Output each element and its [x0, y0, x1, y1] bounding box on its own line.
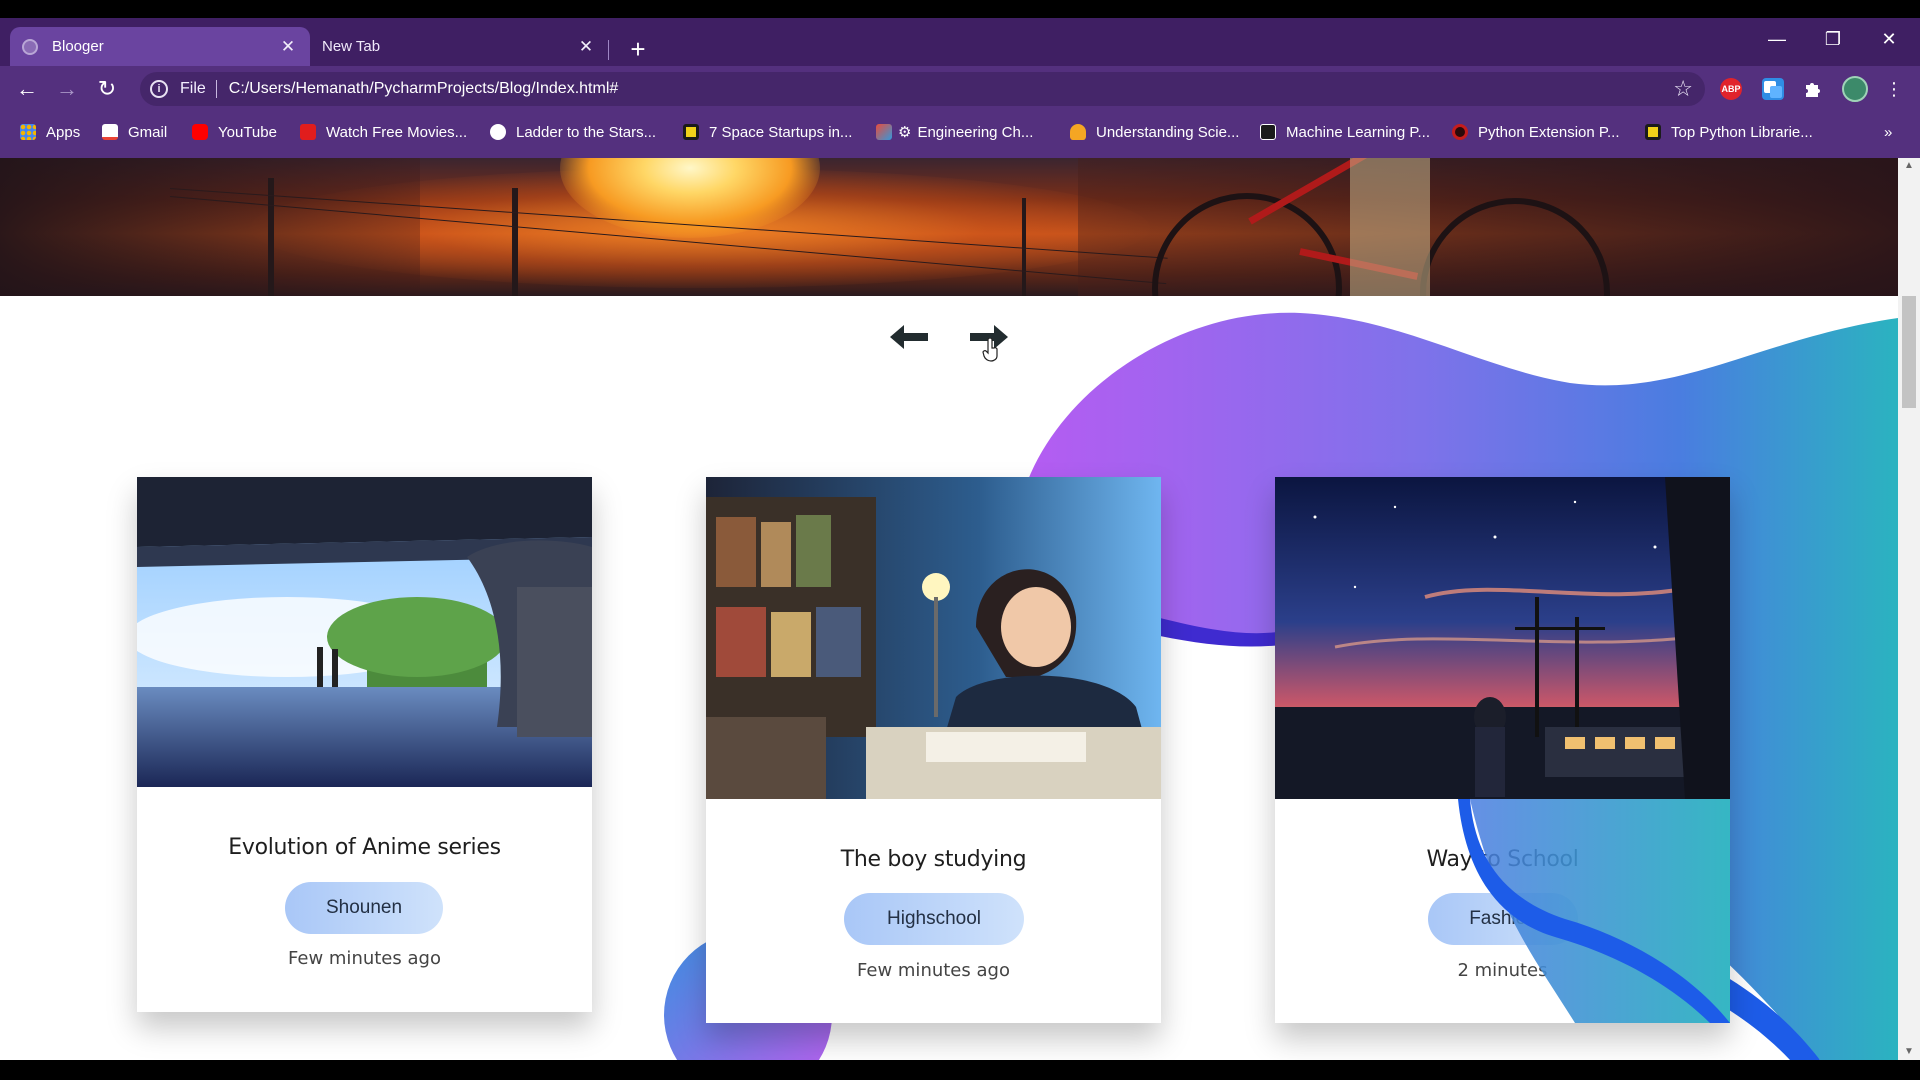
page-scrollbar[interactable]: ▲ ▼	[1898, 158, 1920, 1060]
bookmarks-bar: Apps Gmail YouTube Watch Free Movies... …	[0, 112, 1920, 152]
scrollbar-thumb[interactable]	[1902, 296, 1916, 408]
browser-chrome: Blooger ✕ New Tab ✕ + — ❐ ✕ ← → ↻ i File…	[0, 18, 1920, 158]
card-image-night-sky-station	[1275, 477, 1730, 799]
blog-card[interactable]: The boy studying Highschool Few minutes …	[706, 477, 1161, 1023]
bookmark-star-icon[interactable]: ☆	[1673, 76, 1693, 102]
tab-strip: Blooger ✕ New Tab ✕ + — ❐ ✕	[0, 18, 1920, 66]
close-window-icon[interactable]: ✕	[1866, 24, 1912, 54]
utility-pole	[512, 188, 518, 296]
bookmark-gmail[interactable]: Gmail	[102, 121, 167, 143]
card-title: The boy studying	[840, 847, 1027, 872]
back-arrow-icon[interactable]: ←	[13, 75, 41, 103]
tab-separator	[608, 40, 609, 60]
tab-blooger[interactable]: Blooger ✕	[10, 27, 310, 66]
browser-toolbar: ← → ↻ i File C:/Users/Hemanath/PycharmPr…	[0, 66, 1920, 112]
screen: Blooger ✕ New Tab ✕ + — ❐ ✕ ← → ↻ i File…	[0, 0, 1920, 1080]
bookmark-label: Python Extension P...	[1478, 123, 1620, 141]
minimize-icon[interactable]: —	[1754, 24, 1800, 54]
python-x-icon	[1452, 124, 1468, 140]
tab-title: New Tab	[322, 38, 381, 55]
profile-avatar-icon[interactable]	[1842, 76, 1868, 102]
bookmark-space-startups[interactable]: 7 Space Startups in...	[683, 121, 852, 143]
card-tag-button[interactable]: Highschool	[844, 893, 1024, 945]
address-url[interactable]: C:/Users/Hemanath/PycharmProjects/Blog/I…	[229, 80, 618, 98]
forward-arrow-icon[interactable]: →	[53, 75, 81, 103]
hero-banner-image	[0, 158, 1898, 296]
card-image-boy-studying	[706, 477, 1161, 799]
tab-title: Blooger	[52, 38, 104, 55]
new-tab-plus-icon[interactable]: +	[624, 36, 652, 64]
bookmark-label: Understanding Scie...	[1096, 123, 1240, 141]
youtube-icon	[192, 124, 208, 140]
card-title: Evolution of Anime series	[228, 835, 501, 860]
card-image-bridge-river	[137, 477, 592, 787]
bookmark-apps[interactable]: Apps	[20, 121, 80, 143]
scroll-up-arrow-icon[interactable]: ▲	[1904, 160, 1914, 171]
bookmark-machine-learning[interactable]: Machine Learning P...	[1260, 121, 1430, 143]
hero-shadow-left	[0, 158, 420, 296]
bookmark-label: Apps	[46, 123, 81, 141]
bookmark-top-python-libraries[interactable]: Top Python Librarie...	[1645, 121, 1813, 143]
bookmark-engineering[interactable]: ⚙ Engineering Ch...	[876, 121, 1033, 143]
bookmarks-overflow-chevron-icon[interactable]: »	[1884, 121, 1892, 143]
bookmark-label: Machine Learning P...	[1286, 123, 1430, 141]
gmail-icon	[102, 124, 118, 140]
bookmark-ladder-to-the-stars[interactable]: Ladder to the Stars...	[490, 121, 656, 143]
address-divider	[215, 80, 217, 98]
bookmark-label: Gmail	[128, 123, 168, 141]
bookmark-youtube[interactable]: YouTube	[192, 121, 277, 143]
blog-card[interactable]: Evolution of Anime series Shounen Few mi…	[137, 477, 592, 1012]
scroll-down-arrow-icon[interactable]: ▼	[1904, 1046, 1914, 1057]
translate-extension-icon[interactable]	[1762, 78, 1784, 100]
browser-menu-kebab-icon[interactable]: ⋮	[1880, 75, 1908, 103]
yellow-square-icon	[1645, 124, 1661, 140]
bookmark-python-extension[interactable]: Python Extension P...	[1452, 121, 1619, 143]
hand-cursor-icon	[982, 338, 998, 362]
restore-window-icon[interactable]: ❐	[1810, 24, 1856, 54]
figure-legs	[1350, 158, 1430, 296]
apps-grid-icon	[20, 124, 36, 140]
address-scheme-label: File	[180, 80, 206, 97]
page-viewport: Evolution of Anime series Shounen Few mi…	[0, 158, 1898, 1060]
card-tag-button[interactable]: Shounen	[285, 882, 443, 934]
rocket-icon	[490, 124, 506, 140]
adblock-plus-icon[interactable]: ABP	[1720, 78, 1742, 100]
extensions-puzzle-icon[interactable]	[1802, 78, 1824, 100]
card-timestamp: Few minutes ago	[288, 948, 441, 969]
gear-icon: ⚙	[898, 124, 912, 141]
tab-close-icon[interactable]: ✕	[278, 37, 298, 57]
angular-icon	[1260, 124, 1276, 140]
tab-new-tab[interactable]: New Tab ✕	[310, 27, 608, 66]
site-info-icon[interactable]: i	[150, 80, 168, 98]
previous-arrow-icon[interactable]	[890, 323, 930, 351]
yellow-square-icon	[683, 124, 699, 140]
reload-icon[interactable]: ↻	[93, 75, 121, 103]
bookmark-label: Ladder to the Stars...	[516, 123, 657, 141]
screen-bottom-border	[0, 1060, 1920, 1080]
bookmark-label: Top Python Librarie...	[1671, 123, 1813, 141]
bookmark-label: YouTube	[218, 123, 277, 141]
bookmark-understanding-science[interactable]: Understanding Scie...	[1070, 121, 1239, 143]
tab-close-icon[interactable]: ✕	[576, 37, 596, 57]
address-bar[interactable]: i File C:/Users/Hemanath/PycharmProjects…	[140, 72, 1705, 106]
bookmark-watch-free-movies[interactable]: Watch Free Movies...	[300, 121, 467, 143]
bookmark-label: Engineering Ch...	[917, 123, 1034, 141]
card-timestamp: Few minutes ago	[857, 960, 1010, 981]
tab-favicon-icon	[22, 38, 38, 55]
blob-overlay	[1458, 799, 1730, 1023]
play-icon	[300, 124, 316, 140]
colorful-leaf-icon	[876, 124, 892, 140]
flame-icon	[1070, 124, 1086, 140]
bookmark-label: 7 Space Startups in...	[709, 123, 853, 141]
bookmark-label: Watch Free Movies...	[326, 123, 468, 141]
